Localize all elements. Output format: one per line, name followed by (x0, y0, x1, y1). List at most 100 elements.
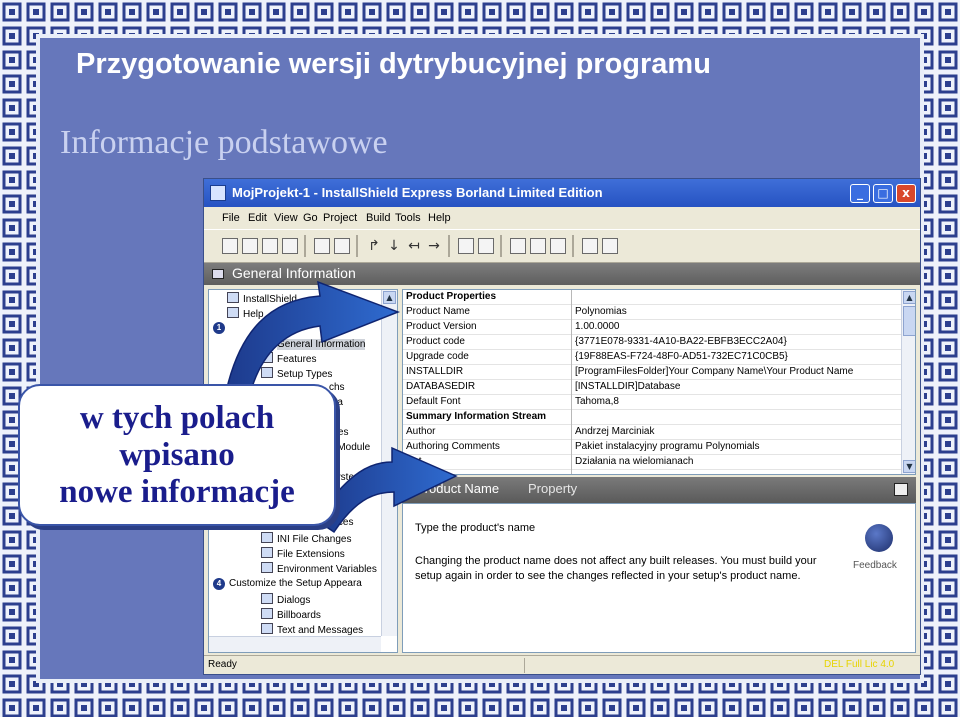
billboards-icon (261, 608, 273, 619)
help-pane-header: Product Name Property (402, 477, 916, 503)
menu-bar: File Edit View Go Project Build Tools He… (204, 207, 920, 229)
callout-line: wpisano (119, 437, 235, 473)
help-heading-property: Property (528, 481, 578, 496)
menu-build[interactable]: Build (366, 212, 390, 224)
property-value-field[interactable]: Polynomias (575, 306, 895, 317)
tree-item[interactable]: Features (261, 352, 316, 367)
grid-row[interactable]: Product Version 1.00.0000 (403, 320, 901, 335)
open-folder-icon[interactable] (262, 238, 278, 254)
help-description: Changing the product name does not affec… (415, 555, 817, 582)
property-value-field[interactable]: 1.00.0000 (575, 321, 895, 332)
environment-icon (261, 562, 273, 573)
tree-item[interactable]: Setup Types (261, 367, 332, 382)
callout-line: nowe informacje (59, 474, 295, 510)
grid-row[interactable]: Product Name Polynomias (403, 305, 901, 320)
panel-title: General Information (232, 265, 356, 281)
property-value-field[interactable]: Działania na wielomianach (575, 456, 895, 467)
menu-tools[interactable]: Tools (395, 212, 421, 224)
view-split-icon[interactable] (334, 238, 350, 254)
properties-grid: Product Properties Product Name Polynomia… (402, 289, 916, 475)
grid-row[interactable]: Default Font Tahoma,8 (403, 395, 901, 410)
menu-view[interactable]: View (274, 212, 298, 224)
grid-row[interactable]: Author Andrzej Marciniak (403, 425, 901, 440)
app-icon (210, 185, 226, 201)
tree-item[interactable]: Help (227, 307, 264, 322)
grid-row[interactable]: INSTALLDIR [ProgramFilesFolder]Your Compa… (403, 365, 901, 380)
menu-project[interactable]: Project (323, 212, 357, 224)
status-bar: Ready DEL Full Lic 4.0 (204, 655, 920, 674)
maximize-button[interactable]: □ (873, 184, 893, 203)
property-value-field[interactable]: [ProgramFilesFolder]Your Company Name\Yo… (575, 366, 895, 377)
feedback-label[interactable]: Feedback (853, 560, 897, 571)
slide-subtitle: Informacje podstawowe (60, 124, 388, 161)
grid-column-divider[interactable] (571, 290, 572, 474)
tree-item[interactable]: Billboards (261, 608, 321, 623)
step-down-icon[interactable]: ↓ (386, 238, 402, 254)
new-project-icon[interactable] (222, 238, 238, 254)
help-icon (227, 307, 239, 318)
grid-section: Summary Information Stream (403, 410, 901, 425)
property-value-field[interactable]: Tahoma,8 (575, 396, 895, 407)
toolbar-separator (572, 235, 574, 257)
property-value-field[interactable]: Pakiet instalacyjny programu Polynomials (575, 441, 895, 452)
menu-edit[interactable]: Edit (248, 212, 267, 224)
property-value-field[interactable]: Andrzej Marciniak (575, 426, 895, 437)
callout-box: w tych polach wpisano nowe informacje (18, 384, 336, 526)
save-icon[interactable] (282, 238, 298, 254)
grid-row[interactable]: Upgrade code {19F88EAS-F724-48F0-AD51-732… (403, 350, 901, 365)
property-value-field[interactable]: [INSTALLDIR]Database (575, 381, 895, 392)
step-up-icon[interactable]: ↱ (366, 238, 382, 254)
tree-item[interactable]: Environment Variables (261, 562, 377, 577)
scroll-down-icon[interactable]: ▼ (903, 460, 915, 473)
tree-item[interactable]: InstallShield (227, 292, 297, 307)
menu-go[interactable]: Go (303, 212, 318, 224)
file-extension-icon (261, 547, 273, 558)
scroll-thumb[interactable] (903, 306, 915, 336)
tree-vertical-scrollbar[interactable]: ▲ (381, 290, 397, 636)
grid-row[interactable]: ject Działania na wielomianach (403, 455, 901, 470)
tree-item[interactable]: File Extensions (261, 547, 345, 562)
window-title: MojProjekt-1 - InstallShield Express Bor… (232, 185, 603, 200)
slide-title: Przygotowanie wersji dytrybucyjnej progr… (76, 48, 711, 80)
status-right: DEL Full Lic 4.0 (824, 659, 895, 670)
minimize-button[interactable]: _ (850, 184, 870, 203)
tree-item[interactable]: urces (329, 517, 353, 532)
help-pane-icon[interactable] (894, 483, 908, 496)
cancel-build-icon[interactable] (478, 238, 494, 254)
menu-file[interactable]: File (222, 212, 240, 224)
forward-icon[interactable]: → (426, 238, 442, 254)
run-icon[interactable] (550, 238, 566, 254)
release-icon[interactable] (510, 238, 526, 254)
grid-row[interactable]: Authoring Comments Pakiet instalacyjny pr… (403, 440, 901, 455)
property-value-field[interactable]: {19F88EAS-F724-48F0-AD51-732EC71C0CB5} (575, 351, 895, 362)
help-summary: Type the product's name (415, 522, 536, 534)
help-book-icon[interactable] (582, 238, 598, 254)
setup-types-icon (261, 367, 273, 378)
tree-item-general-information[interactable]: General Information (261, 337, 366, 352)
dialogs-icon (261, 593, 273, 604)
grid-row[interactable]: DATABASEDIR [INSTALLDIR]Database (403, 380, 901, 395)
view-pane-icon[interactable] (314, 238, 330, 254)
grid-row[interactable]: Product code {3771E078-9331-4A10-BA22-EBF… (403, 335, 901, 350)
back-icon[interactable]: ↤ (406, 238, 422, 254)
document-icon (261, 337, 273, 348)
about-icon[interactable] (602, 238, 618, 254)
grid-vertical-scrollbar[interactable]: ▲ ▼ (901, 290, 915, 474)
tree-item[interactable]: Dialogs (261, 593, 310, 608)
feedback-icon[interactable] (865, 524, 893, 552)
tree-step[interactable]: 4 Customize the Setup Appeara (213, 578, 362, 593)
tree-item[interactable]: INI File Changes (261, 532, 351, 547)
scroll-up-icon[interactable]: ▲ (383, 291, 396, 304)
property-value-field[interactable]: {3771E078-9331-4A10-BA22-EBFB3ECC2A04} (575, 336, 895, 347)
panel-icon (212, 269, 224, 279)
test-icon[interactable] (530, 238, 546, 254)
menu-help[interactable]: Help (428, 212, 451, 224)
window-titlebar[interactable]: MojProjekt-1 - InstallShield Express Bor… (204, 179, 920, 207)
close-button[interactable]: x (896, 184, 916, 203)
tree-horizontal-scrollbar[interactable] (209, 636, 381, 652)
status-divider (524, 658, 525, 673)
new-file-icon[interactable] (242, 238, 258, 254)
build-icon[interactable] (458, 238, 474, 254)
tree-step[interactable]: 1 (213, 322, 229, 337)
scroll-up-icon[interactable]: ▲ (903, 291, 915, 304)
